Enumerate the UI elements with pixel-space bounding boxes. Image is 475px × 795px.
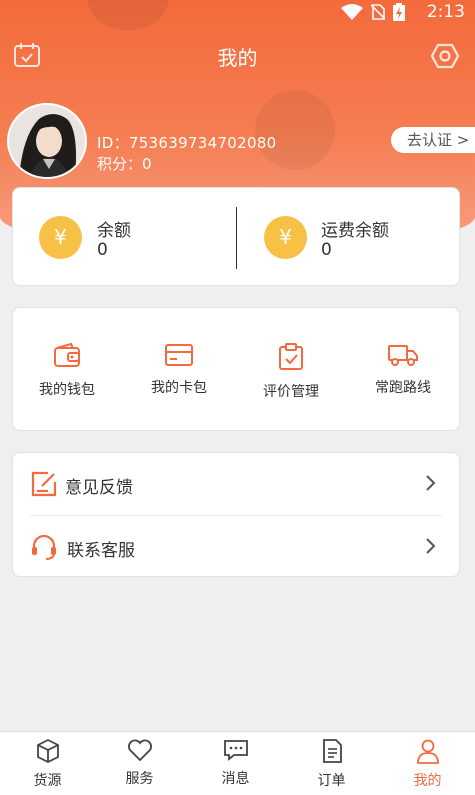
tool-card[interactable]: 我的卡包 <box>129 343 229 397</box>
tab-label: 我的 <box>413 773 442 789</box>
tool-wallet[interactable]: 我的钱包 <box>17 343 117 399</box>
tool-label: 我的钱包 <box>39 382 95 398</box>
user-id: ID：753639734702080 <box>97 134 277 152</box>
balance-divider <box>236 207 237 269</box>
avatar-image <box>9 105 85 177</box>
balance-label: 余额 <box>97 221 131 241</box>
menu-item-feedback[interactable]: 意见反馈 <box>13 453 461 515</box>
balance-value: 0 <box>97 240 108 260</box>
tab-mine[interactable]: 我的 <box>380 732 475 795</box>
verify-button[interactable]: 去认证 > <box>391 127 475 153</box>
bottom-tab-bar: 货源 服务 消息 订单 我的 <box>0 731 475 795</box>
tab-label: 服务 <box>125 771 154 787</box>
tool-label: 我的卡包 <box>151 380 207 396</box>
wallet-icon <box>54 343 80 367</box>
tool-label: 评价管理 <box>263 384 319 400</box>
menu-item-customer-service[interactable]: 联系客服 <box>13 516 461 578</box>
freight-balance-value: 0 <box>321 240 332 260</box>
tab-label: 消息 <box>221 771 250 787</box>
avatar[interactable] <box>7 103 87 179</box>
cube-icon <box>36 738 59 764</box>
tab-label: 订单 <box>317 773 346 789</box>
feedback-edit-icon <box>31 471 57 497</box>
card-icon <box>165 344 193 366</box>
tool-review[interactable]: 评价管理 <box>241 343 341 401</box>
title-bar: 我的 <box>0 30 475 80</box>
tab-supply[interactable]: 货源 <box>0 732 95 795</box>
header-decoration <box>255 90 335 170</box>
tool-label: 常跑路线 <box>375 380 431 396</box>
chevron-right-icon <box>426 475 436 491</box>
document-icon <box>322 739 342 763</box>
status-icons <box>341 3 405 21</box>
freight-balance-label: 运费余额 <box>321 221 389 241</box>
menu-label: 联系客服 <box>67 541 135 561</box>
tab-service[interactable]: 服务 <box>92 732 187 795</box>
tool-routes[interactable]: 常跑路线 <box>353 343 453 397</box>
settings-icon[interactable] <box>431 42 459 70</box>
tab-orders[interactable]: 订单 <box>284 732 379 795</box>
tab-label: 货源 <box>33 773 62 789</box>
tab-messages[interactable]: 消息 <box>188 732 283 795</box>
coin-icon: ¥ <box>264 216 307 259</box>
person-icon <box>416 739 439 764</box>
status-time: 2:13 <box>426 2 465 22</box>
user-points: 积分：0 <box>97 155 152 173</box>
truck-icon <box>388 345 418 366</box>
headset-icon <box>32 534 56 560</box>
wifi-icon <box>341 4 363 20</box>
menu-label: 意见反馈 <box>65 478 133 498</box>
heart-icon <box>127 739 152 762</box>
chat-icon <box>223 740 248 761</box>
battery-charging-icon <box>393 3 405 21</box>
coin-icon: ¥ <box>39 216 82 259</box>
status-bar: 2:13 <box>0 0 475 24</box>
menu-card: 意见反馈 联系客服 <box>12 452 460 577</box>
tools-card: 我的钱包 我的卡包 评价管理 常跑路线 <box>12 307 460 431</box>
clipboard-check-icon <box>279 343 303 370</box>
no-sim-icon <box>371 4 385 20</box>
chevron-right-icon <box>426 538 436 554</box>
page-title: 我的 <box>217 46 258 70</box>
balance-card: ¥ 余额 0 ¥ 运费余额 0 <box>12 187 460 286</box>
